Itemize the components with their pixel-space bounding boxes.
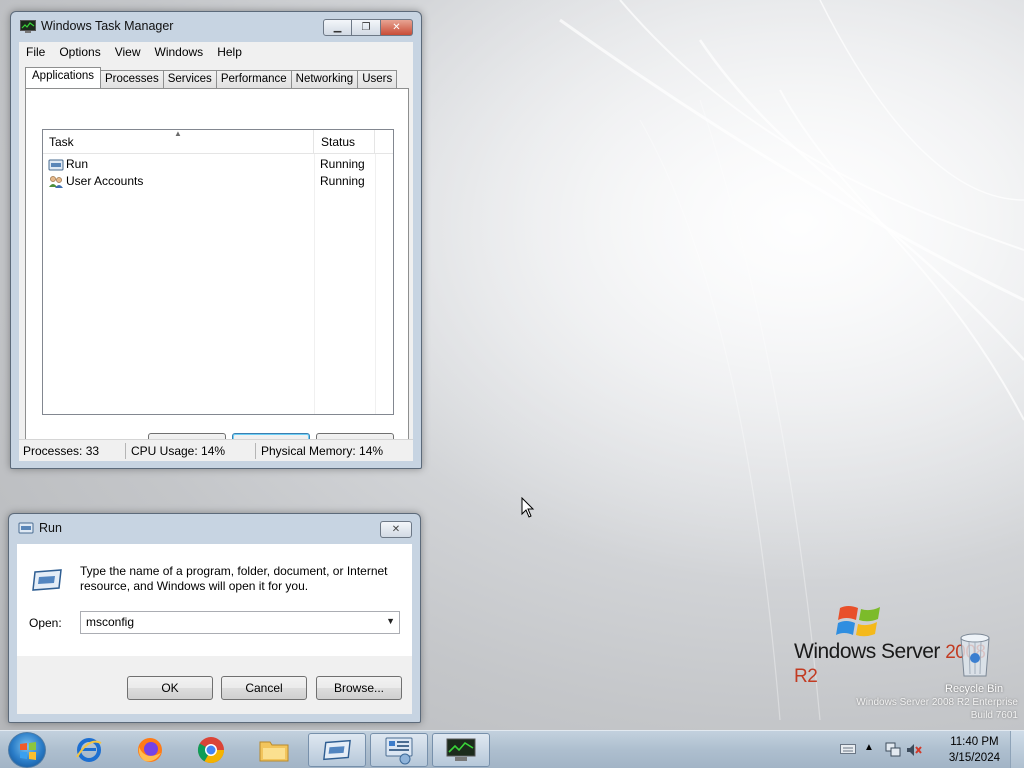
taskbar: ▲ 11:40 PM 3/15/2024 bbox=[0, 730, 1024, 768]
menu-file[interactable]: File bbox=[19, 45, 52, 59]
system-tray: ▲ 11:40 PM 3/15/2024 bbox=[834, 731, 1024, 768]
show-desktop-button[interactable] bbox=[1010, 731, 1024, 768]
windows-flag-icon bbox=[836, 606, 880, 637]
status-bar: Processes: 33 CPU Usage: 14% Physical Me… bbox=[19, 439, 413, 461]
sort-ascending-icon: ▲ bbox=[174, 129, 182, 138]
status-processes: Processes: 33 bbox=[23, 444, 100, 458]
network-icon[interactable] bbox=[884, 742, 902, 758]
run-title-icon bbox=[18, 522, 34, 534]
window-title: Run bbox=[39, 521, 62, 535]
taskbar-run[interactable] bbox=[308, 733, 366, 767]
menu-view[interactable]: View bbox=[108, 45, 148, 59]
close-button[interactable]: ✕ bbox=[381, 19, 413, 36]
run-dialog[interactable]: Run ✕ Type the name of a program, folder… bbox=[8, 513, 421, 723]
task-manager-icon bbox=[20, 20, 36, 33]
tab-services[interactable]: Services bbox=[162, 70, 217, 88]
minimize-button[interactable]: ▁ bbox=[323, 19, 352, 36]
task-manager-icon bbox=[446, 738, 476, 761]
tab-applications[interactable]: Applications bbox=[25, 67, 102, 88]
tab-performance[interactable]: Performance bbox=[215, 70, 292, 88]
tab-processes[interactable]: Processes bbox=[100, 70, 164, 88]
status-cpu: CPU Usage: 14% bbox=[131, 444, 226, 458]
volume-muted-icon[interactable] bbox=[906, 742, 922, 758]
cancel-button[interactable]: Cancel bbox=[221, 676, 307, 700]
task-list[interactable]: Task ▲ Status Run Running User Accounts … bbox=[42, 129, 394, 415]
run-titlebar[interactable]: Run ✕ bbox=[9, 514, 420, 542]
taskbar-control-panel[interactable] bbox=[370, 733, 428, 767]
list-header: Task ▲ Status bbox=[43, 129, 393, 154]
run-description: Type the name of a program, folder, docu… bbox=[80, 564, 388, 593]
maximize-button[interactable]: ❐ bbox=[352, 19, 381, 36]
clock-date: 3/15/2024 bbox=[948, 752, 1000, 764]
taskbar-clock[interactable]: 11:40 PM 3/15/2024 bbox=[949, 734, 1000, 766]
restore-icon: ❐ bbox=[361, 22, 371, 33]
file-explorer-icon bbox=[259, 741, 289, 762]
close-button[interactable]: ✕ bbox=[380, 521, 412, 538]
applications-panel: Task ▲ Status Run Running User Accounts … bbox=[25, 88, 409, 455]
task-status: Running bbox=[320, 174, 365, 188]
status-divider bbox=[255, 443, 256, 459]
close-icon: ✕ bbox=[392, 22, 401, 33]
brand-name: Windows Server bbox=[794, 640, 940, 663]
chrome-icon bbox=[197, 737, 225, 764]
windows-logo-icon bbox=[20, 742, 36, 760]
task-manager-window[interactable]: Windows Task Manager ▁ ❐ ✕ File Options … bbox=[10, 11, 422, 469]
taskbar-task-manager[interactable] bbox=[432, 733, 490, 767]
user-accounts-icon bbox=[49, 175, 63, 188]
column-task-label: Task bbox=[49, 135, 74, 149]
browse-button[interactable]: Browse... bbox=[316, 676, 402, 700]
column-header-status[interactable]: Status bbox=[315, 130, 375, 154]
os-watermark: Windows Server 2008 R2 Enterprise Build … bbox=[856, 696, 1018, 722]
close-icon: ✕ bbox=[391, 524, 401, 535]
task-name: Run bbox=[66, 157, 89, 171]
column-header-task[interactable]: Task ▲ bbox=[43, 129, 314, 154]
menu-options[interactable]: Options bbox=[52, 45, 107, 59]
menu-bar: File Options View Windows Help bbox=[19, 42, 413, 62]
open-input[interactable]: msconfig bbox=[86, 615, 134, 629]
open-label: Open: bbox=[29, 616, 62, 630]
taskbar-file-explorer[interactable] bbox=[245, 733, 303, 767]
firefox-icon bbox=[138, 738, 162, 762]
control-panel-icon bbox=[385, 737, 413, 765]
clock-time: 11:40 PM bbox=[950, 736, 999, 748]
run-icon bbox=[323, 739, 351, 761]
taskbar-chrome[interactable] bbox=[182, 733, 240, 767]
recycle-bin-label[interactable]: Recycle Bin bbox=[945, 683, 1003, 695]
status-divider bbox=[125, 443, 126, 459]
watermark-build: Build 7601 bbox=[970, 710, 1018, 721]
menu-help[interactable]: Help bbox=[210, 45, 249, 59]
start-button[interactable] bbox=[8, 732, 46, 768]
tab-networking[interactable]: Networking bbox=[290, 70, 359, 88]
run-icon bbox=[48, 159, 64, 170]
window-title: Windows Task Manager bbox=[41, 19, 174, 33]
table-row[interactable]: Run Running bbox=[43, 156, 393, 173]
minimize-icon: ▁ bbox=[333, 22, 342, 33]
menu-windows[interactable]: Windows bbox=[148, 45, 211, 59]
mouse-cursor-icon bbox=[521, 497, 535, 518]
run-program-icon bbox=[32, 569, 62, 591]
column-divider bbox=[375, 154, 376, 414]
internet-explorer-icon bbox=[76, 738, 102, 762]
keyboard-icon[interactable] bbox=[840, 743, 856, 755]
dropdown-arrow-icon[interactable]: ▼ bbox=[386, 616, 395, 626]
watermark-edition: Windows Server 2008 R2 Enterprise bbox=[856, 697, 1018, 708]
task-status: Running bbox=[320, 157, 365, 171]
taskbar-internet-explorer[interactable] bbox=[60, 733, 118, 767]
show-hidden-icons-icon[interactable]: ▲ bbox=[864, 742, 874, 753]
task-manager-client: Applications Processes Services Performa… bbox=[19, 62, 413, 461]
table-row[interactable]: User Accounts Running bbox=[43, 173, 393, 190]
tab-users[interactable]: Users bbox=[357, 70, 398, 88]
recycle-bin-icon[interactable] bbox=[956, 630, 994, 678]
run-client: Type the name of a program, folder, docu… bbox=[17, 544, 412, 714]
run-button-area: OK Cancel Browse... bbox=[17, 656, 412, 714]
column-divider bbox=[314, 154, 315, 414]
task-name: User Accounts bbox=[66, 174, 144, 188]
tab-strip: Applications Processes Services Performa… bbox=[25, 67, 398, 88]
status-memory: Physical Memory: 14% bbox=[261, 444, 384, 458]
taskbar-firefox[interactable] bbox=[121, 733, 179, 767]
open-combobox[interactable]: msconfig ▼ bbox=[80, 611, 400, 634]
ok-button[interactable]: OK bbox=[127, 676, 213, 700]
task-manager-titlebar[interactable]: Windows Task Manager ▁ ❐ ✕ bbox=[11, 12, 421, 40]
